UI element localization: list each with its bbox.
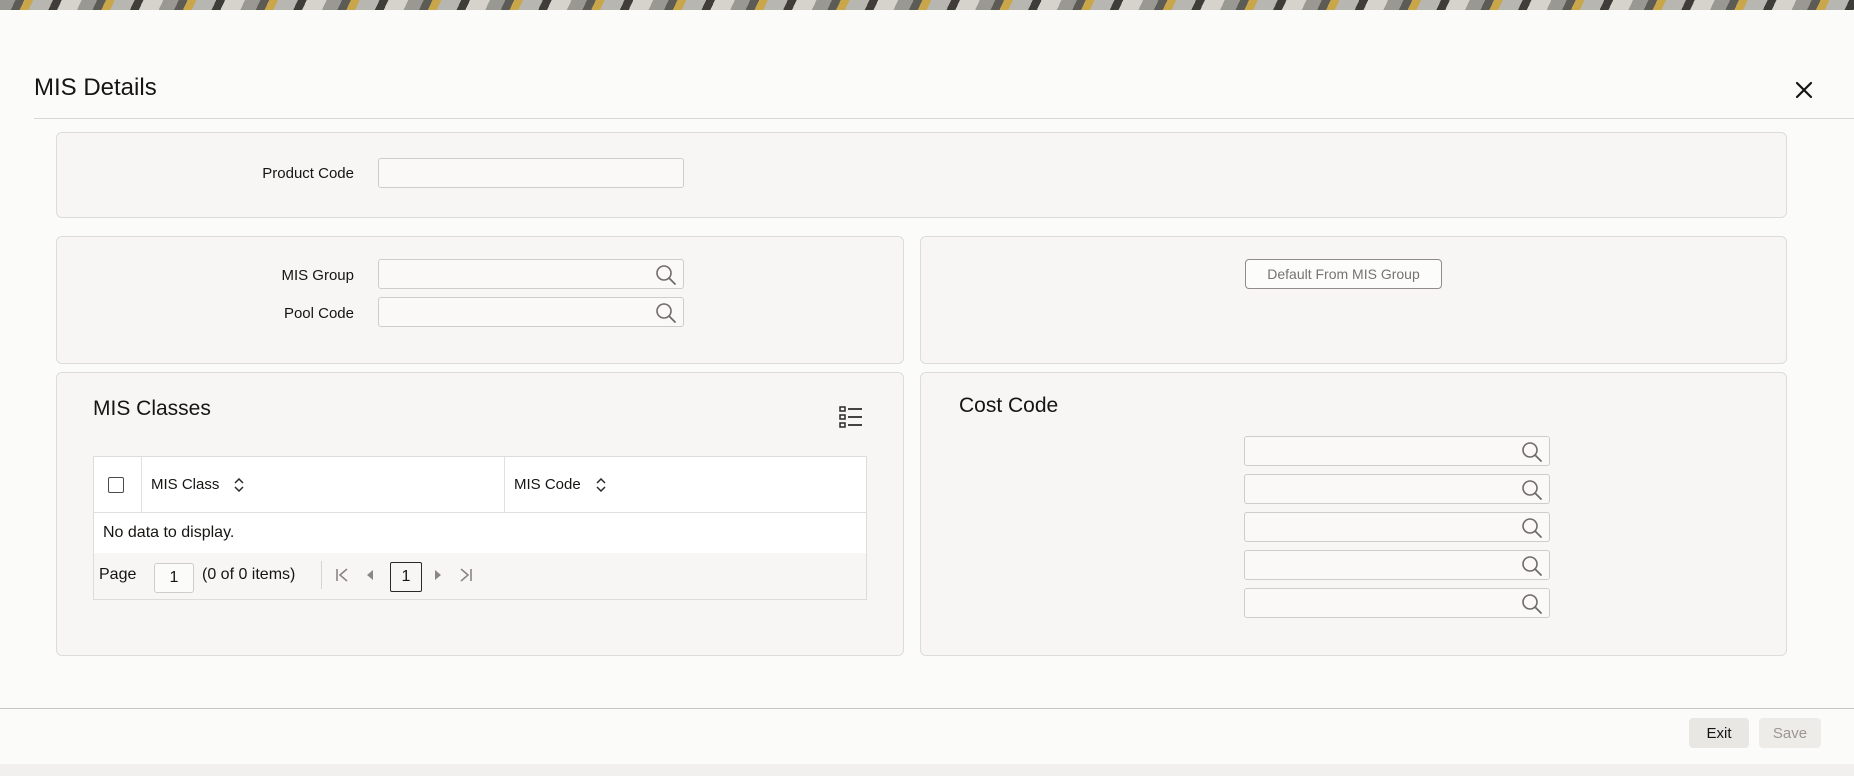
- items-count: (0 of 0 items): [202, 566, 296, 583]
- dialog-title: MIS Details: [34, 74, 157, 101]
- cost-code-title: Cost Code: [959, 394, 1059, 417]
- pool-code-input[interactable]: [379, 298, 683, 326]
- current-page-button[interactable]: 1: [390, 562, 422, 592]
- product-code-label: Product Code: [262, 165, 354, 182]
- mis-group-field[interactable]: [378, 259, 684, 289]
- default-from-mis-group-button[interactable]: Default From MIS Group: [1245, 259, 1442, 289]
- footer-divider: [0, 708, 1854, 709]
- mis-classes-table: MIS Class MIS Code No data to display. P…: [93, 456, 867, 600]
- mis-classes-title: MIS Classes: [93, 397, 211, 420]
- pool-code-field[interactable]: [378, 297, 684, 327]
- cost-code-input[interactable]: [1245, 475, 1549, 503]
- column-header-mis-class[interactable]: MIS Class: [151, 457, 245, 512]
- column-header-label: MIS Code: [514, 476, 581, 493]
- cost-code-field[interactable]: [1244, 512, 1550, 542]
- column-list-icon[interactable]: [839, 405, 863, 429]
- last-page-icon: [460, 568, 472, 582]
- search-icon[interactable]: [1521, 441, 1543, 463]
- mis-group-input[interactable]: [379, 260, 683, 288]
- first-page-icon: [336, 568, 348, 582]
- table-header: MIS Class MIS Code: [94, 457, 866, 513]
- column-header-mis-code[interactable]: MIS Code: [514, 457, 607, 512]
- search-icon[interactable]: [1521, 479, 1543, 501]
- last-page-button[interactable]: [456, 565, 476, 585]
- search-icon[interactable]: [655, 302, 677, 324]
- column-header-label: MIS Class: [151, 476, 220, 493]
- product-code-input[interactable]: [379, 159, 683, 187]
- pager-divider: [321, 561, 322, 589]
- default-panel: Default From MIS Group: [920, 236, 1787, 364]
- cost-code-input[interactable]: [1245, 551, 1549, 579]
- first-page-button[interactable]: [332, 565, 352, 585]
- next-page-button[interactable]: [428, 565, 448, 585]
- mis-group-label: MIS Group: [281, 267, 354, 284]
- cost-code-field[interactable]: [1244, 550, 1550, 580]
- exit-button[interactable]: Exit: [1689, 718, 1749, 748]
- save-button[interactable]: Save: [1759, 718, 1821, 748]
- cost-code-input[interactable]: [1245, 437, 1549, 465]
- cost-code-field[interactable]: [1244, 588, 1550, 618]
- search-icon[interactable]: [655, 264, 677, 286]
- header-banner: [0, 0, 1854, 10]
- select-all-checkbox[interactable]: [108, 476, 124, 493]
- product-code-field[interactable]: [378, 158, 684, 188]
- page-number-input[interactable]: 1: [154, 563, 194, 593]
- cost-code-input[interactable]: [1245, 513, 1549, 541]
- empty-message: No data to display.: [103, 524, 235, 541]
- page-label: Page: [99, 566, 137, 583]
- cost-code-field[interactable]: [1244, 436, 1550, 466]
- cost-code-field[interactable]: [1244, 474, 1550, 504]
- mis-group-panel: MIS Group Pool Code: [56, 236, 904, 364]
- pagination-bar: Page 1 (0 of 0 items) 1: [94, 553, 866, 599]
- product-panel: Product Code: [56, 132, 1787, 218]
- cost-code-input[interactable]: [1245, 589, 1549, 617]
- prev-page-icon: [367, 570, 373, 580]
- search-icon[interactable]: [1521, 555, 1543, 577]
- column-divider: [504, 457, 505, 512]
- column-divider: [141, 457, 142, 512]
- select-all-cell: [108, 457, 128, 512]
- sort-icon[interactable]: [595, 477, 607, 492]
- search-icon[interactable]: [1521, 517, 1543, 539]
- next-page-icon: [435, 570, 441, 580]
- prev-page-button[interactable]: [360, 565, 380, 585]
- search-icon[interactable]: [1521, 593, 1543, 615]
- pool-code-label: Pool Code: [283, 305, 354, 322]
- close-button[interactable]: [1790, 76, 1818, 104]
- sort-icon[interactable]: [233, 477, 245, 492]
- title-divider: [34, 118, 1854, 119]
- close-icon: [1795, 81, 1813, 99]
